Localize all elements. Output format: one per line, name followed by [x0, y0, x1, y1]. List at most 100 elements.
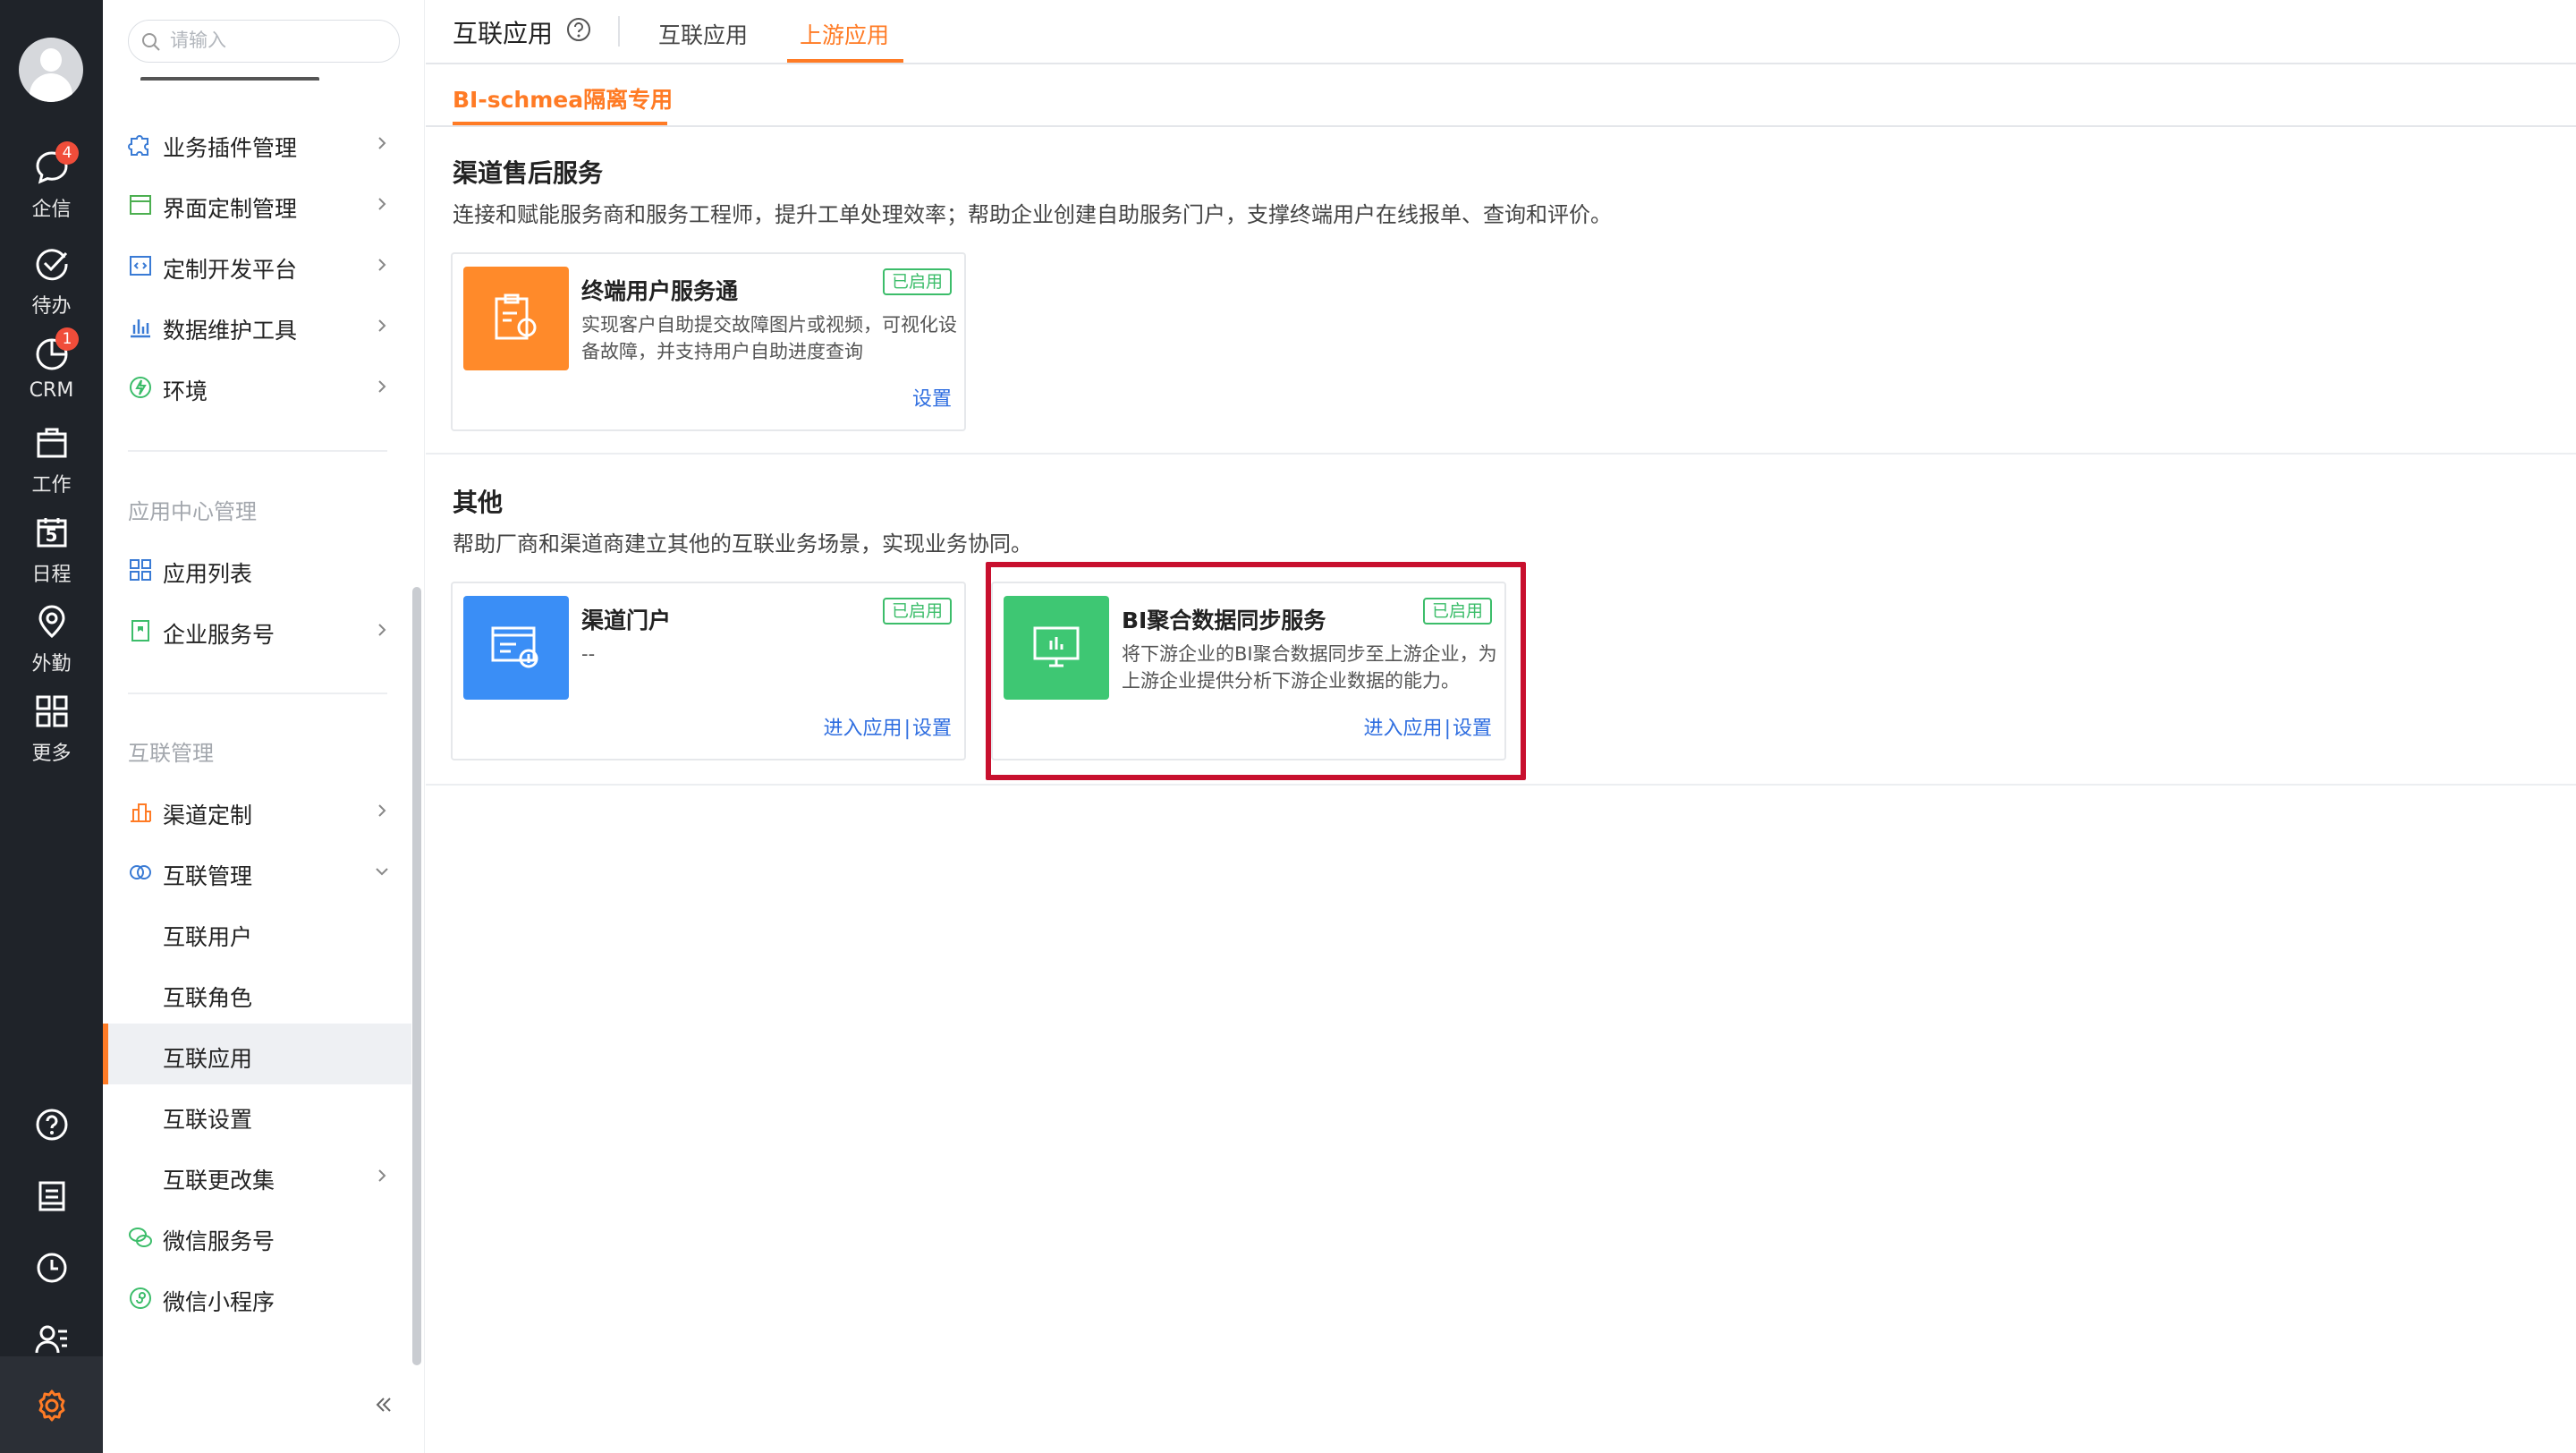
wechat-icon: [129, 1228, 152, 1247]
rail-help-button[interactable]: [0, 1090, 103, 1160]
sidebar-subitem-users[interactable]: 互联用户: [103, 902, 411, 963]
rail-settings-button[interactable]: [0, 1356, 103, 1453]
environment-icon: [130, 377, 151, 398]
app-card-title: 终端用户服务通: [581, 278, 739, 304]
action-separator: |: [903, 718, 911, 740]
rail-notepad-button[interactable]: [0, 1161, 103, 1231]
collapse-sidebar-icon[interactable]: [371, 1392, 396, 1417]
sidebar-item-mini-program[interactable]: 微信小程序: [103, 1267, 411, 1328]
app-card-channel-portal[interactable]: 渠道门户 已启用 -- 进入应用|设置: [451, 582, 966, 760]
sidebar-item-clipped: [140, 77, 391, 88]
app-card-end-user-service[interactable]: 终端用户服务通 已启用 实现客户自助提交故障图片或视频，可视化设备故障，并支持用…: [451, 252, 966, 431]
sidebar-item-label: 互联更改集: [163, 1168, 275, 1194]
rail-item-crm[interactable]: 1 CRM: [0, 327, 103, 426]
app-card-desc: 实现客户自助提交故障图片或视频，可视化设备故障，并支持用户自助进度查询: [581, 314, 957, 362]
rail-label-gongzuo: 工作: [31, 474, 72, 497]
sidebar-item-label: 企业服务号: [163, 622, 275, 648]
sidebar-item-data-tools[interactable]: 数据维护工具: [103, 295, 411, 356]
sidebar-scrollbar[interactable]: [412, 587, 421, 1365]
sidebar-item-ui-custom[interactable]: 界面定制管理: [103, 174, 411, 234]
avatar[interactable]: [19, 38, 83, 102]
bar-chart-icon: [131, 319, 150, 338]
rail-badge-crm: 1: [55, 327, 79, 351]
settings-link[interactable]: 设置: [912, 388, 952, 411]
app-root: 4 企信 待办 1 CRM 工作 5 日程 外勤 更多 请输入 业务插件管理 界…: [0, 0, 2576, 1453]
gear-icon: [38, 1389, 65, 1422]
rail-item-gengduo[interactable]: 更多: [0, 694, 103, 784]
sidebar-item-label: 微信小程序: [163, 1289, 275, 1315]
sidebar-item-wechat-service[interactable]: 微信服务号: [103, 1206, 411, 1267]
group-title-interconnect: 互联管理: [128, 741, 214, 766]
rail-item-waiqin[interactable]: 外勤: [0, 605, 103, 694]
rail-item-qixin[interactable]: 4 企信: [0, 141, 103, 240]
tab-interconnect-apps[interactable]: 互联应用: [658, 18, 748, 50]
sidebar-item-label: 互联角色: [163, 985, 253, 1011]
sidebar-item-label: 互联用户: [163, 924, 253, 950]
rail-item-richeng[interactable]: 5 日程: [0, 515, 103, 605]
rail-label-richeng: 日程: [31, 564, 72, 586]
group-title-app-center: 应用中心管理: [128, 499, 257, 524]
sidebar-search[interactable]: [128, 20, 400, 63]
chevron-right-icon: [378, 198, 386, 210]
link-icon: [130, 865, 151, 879]
subtab-divider: [426, 125, 2576, 127]
section-divider: [426, 784, 2576, 786]
location-pin-icon: [38, 605, 65, 639]
subtab-bi-schema[interactable]: BI-schmea隔离专用: [453, 82, 673, 115]
section-divider: [426, 453, 2576, 455]
sidebar-item-interconnect-mgmt[interactable]: 互联管理: [103, 841, 411, 902]
left-rail: 4 企信 待办 1 CRM 工作 5 日程 外勤 更多: [0, 0, 103, 1453]
rail-badge-qixin: 4: [55, 141, 79, 165]
section-title-other: 其他: [453, 488, 504, 517]
sidebar-subitem-changesets[interactable]: 互联更改集: [103, 1145, 411, 1206]
rail-item-gongzuo[interactable]: 工作: [0, 426, 103, 515]
apps-grid-icon: [36, 695, 68, 727]
app-card-desc: --: [581, 643, 596, 665]
sidebar-item-label: 环境: [163, 378, 208, 404]
chevron-right-icon: [378, 319, 386, 332]
help-icon[interactable]: [566, 17, 591, 42]
sidebar-item-environment[interactable]: 环境: [103, 356, 411, 417]
sidebar-item-service-account[interactable]: 企业服务号: [103, 599, 411, 660]
sidebar-item-label: 互联应用: [163, 1046, 253, 1072]
rail-label-daiban: 待办: [31, 295, 72, 318]
sidebar-item-dev-platform[interactable]: 定制开发平台: [103, 234, 411, 295]
app-card-title: 渠道门户: [581, 608, 672, 633]
sidebar-item-channel-custom[interactable]: 渠道定制: [103, 780, 411, 841]
sidebar-subitem-settings[interactable]: 互联设置: [103, 1084, 411, 1145]
status-badge: 已启用: [882, 268, 952, 295]
sidebar-item-label: 微信服务号: [163, 1228, 275, 1254]
sidebar-item-label: 界面定制管理: [163, 196, 298, 222]
sidebar-subitem-roles[interactable]: 互联角色: [103, 963, 411, 1024]
sidebar-divider: [128, 450, 387, 452]
highlight-box: [986, 562, 1526, 780]
sidebar-divider: [128, 693, 387, 694]
main-content: 互联应用 互联应用 上游应用 BI-schmea隔离专用 渠道售后服务 连接和赋…: [426, 0, 2576, 1453]
chevron-right-icon: [378, 380, 386, 393]
mini-program-icon: [130, 1287, 151, 1309]
chevron-right-icon: [378, 804, 386, 817]
rail-label-waiqin: 外勤: [31, 653, 72, 676]
sidebar-subitem-apps[interactable]: 互联应用: [103, 1024, 411, 1084]
rail-label-gengduo: 更多: [31, 743, 72, 765]
header-separator: [618, 16, 620, 47]
sidebar-item-app-list[interactable]: 应用列表: [103, 539, 411, 599]
sidebar-item-label: 应用列表: [163, 561, 253, 587]
rail-history-button[interactable]: [0, 1233, 103, 1303]
rail-item-daiban[interactable]: 待办: [0, 247, 103, 336]
tab-upstream-apps[interactable]: 上游应用: [800, 18, 889, 50]
app-card-actions: 设置: [912, 383, 952, 412]
portal-window-icon: [491, 626, 538, 668]
settings-link[interactable]: 设置: [912, 718, 952, 740]
calendar-day: 5: [45, 524, 58, 546]
section-desc-other: 帮助厂商和渠道商建立其他的互联业务场景，实现业务协同。: [453, 531, 1032, 557]
search-icon: [142, 33, 160, 51]
app-thumb: [463, 267, 569, 370]
code-icon: [130, 256, 151, 276]
sidebar-item-plugin[interactable]: 业务插件管理: [103, 113, 411, 174]
sidebar-item-label: 定制开发平台: [163, 257, 298, 283]
layout-icon: [130, 195, 151, 215]
search-input[interactable]: [170, 28, 385, 55]
help-icon: [36, 1109, 68, 1141]
enter-app-link[interactable]: 进入应用: [824, 718, 902, 740]
